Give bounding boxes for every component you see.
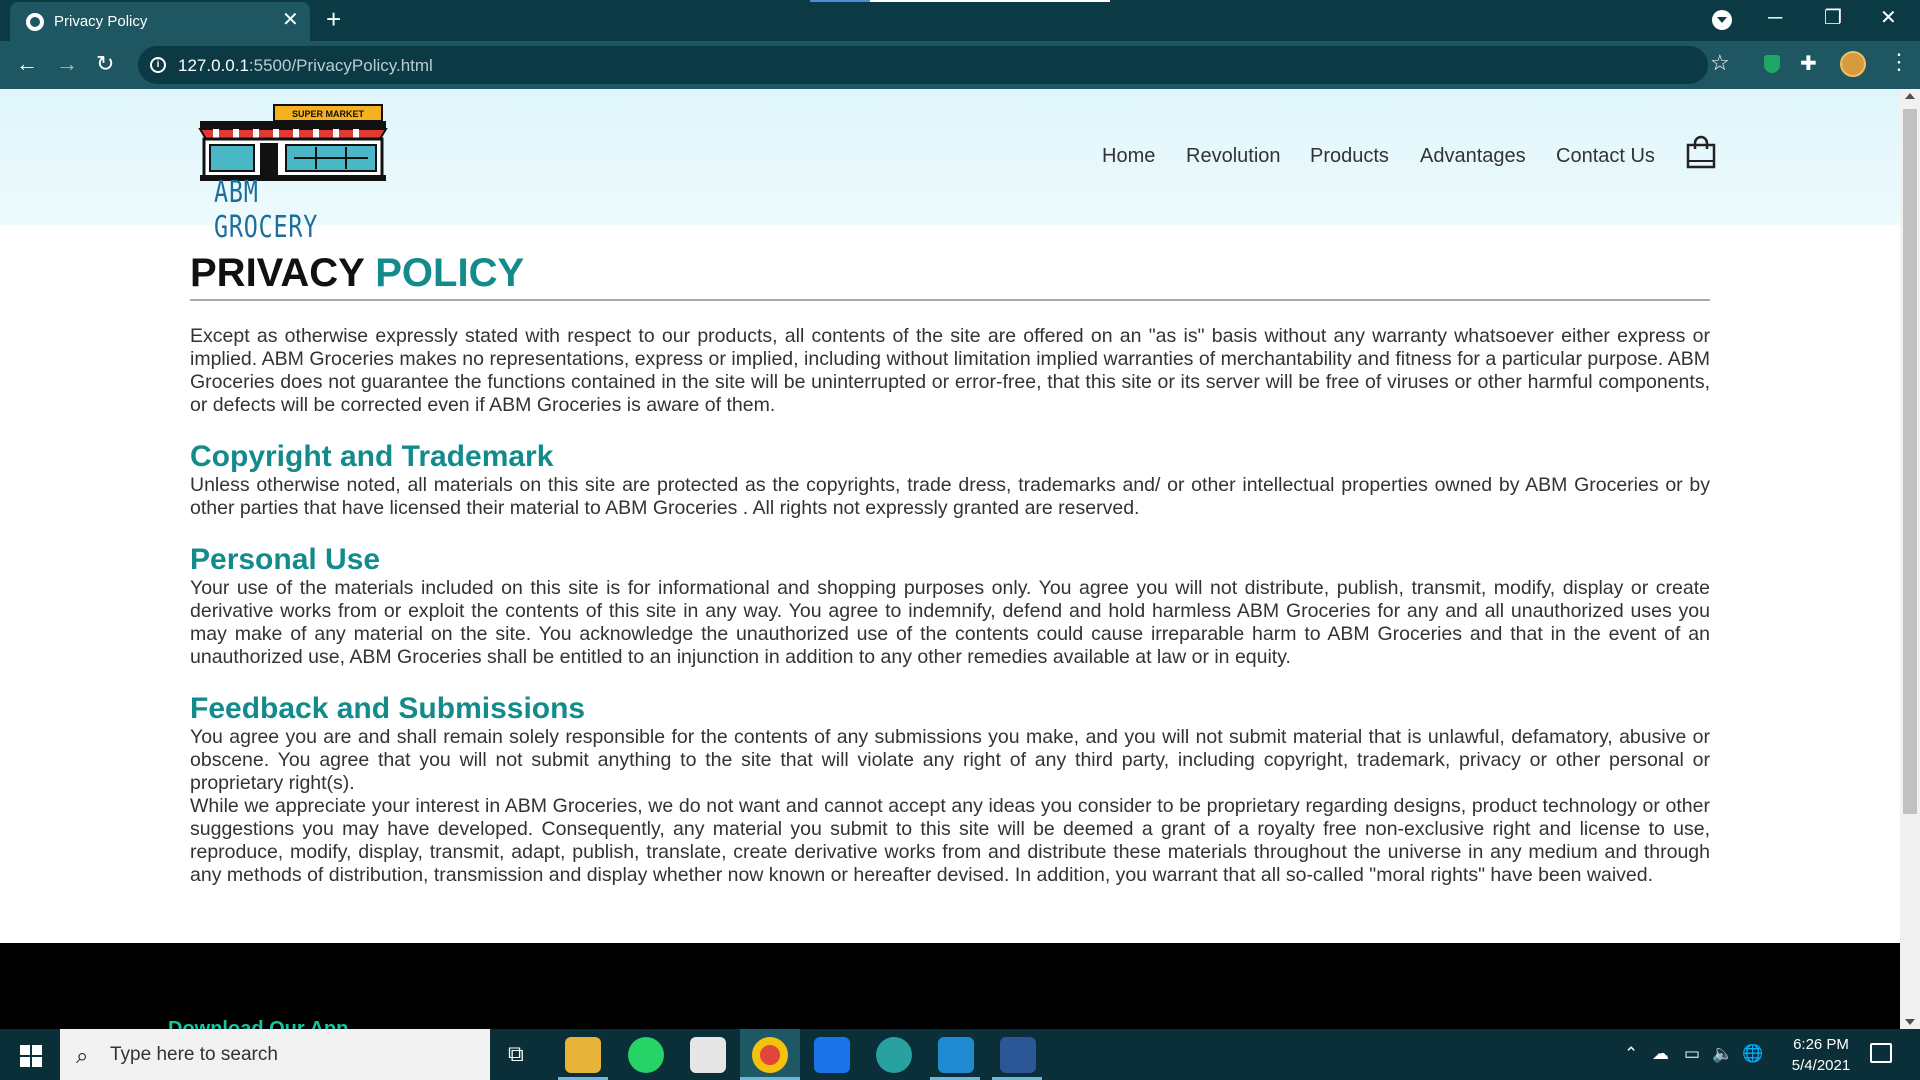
search-icon: ⌕ [76,1043,89,1068]
nav-link-revolution[interactable]: Revolution [1186,145,1281,168]
page-title: PRIVACY POLICY [190,249,1710,297]
globe-icon [26,13,44,31]
clock-time: 6:26 PM [1793,1036,1849,1053]
tab-search-icon[interactable] [1712,10,1732,30]
close-tab-icon[interactable]: ✕ [282,10,299,30]
extension-shield-icon[interactable] [1764,55,1780,73]
notification-center-icon[interactable] [1870,1043,1892,1063]
site-info-icon[interactable]: i [150,57,166,73]
close-window-button[interactable]: ✕ [1880,6,1897,30]
taskbar-clock[interactable]: 6:26 PM 5/4/2021 [1776,1034,1866,1076]
onedrive-cloud-icon[interactable]: ☁ [1652,1044,1669,1064]
title-privacy: PRIVACY [190,251,365,295]
nav-link-home[interactable]: Home [1102,145,1155,168]
nav-link-contact-us[interactable]: Contact Us [1556,145,1655,168]
scroll-up-arrow-icon[interactable] [1905,93,1915,99]
storefront-icon: SUPER MARKET [198,104,388,181]
task-view-icon[interactable]: ⧉ [508,1041,524,1067]
forward-button[interactable]: → [56,51,78,77]
tab-title: Privacy Policy [54,13,148,30]
minimize-button[interactable]: ─ [1768,6,1782,30]
feedback-paragraph-2: While we appreciate your interest in ABM… [190,795,1710,886]
taskbar-search-placeholder: Type here to search [110,1044,278,1065]
shopping-bag-icon[interactable] [1686,135,1716,169]
mail-icon[interactable] [814,1037,850,1073]
site-header: SUPER MARKET ABM GROCERY Home Revolution… [0,89,1900,245]
show-hidden-icons-chevron-icon[interactable]: ⌃ [1624,1044,1638,1064]
site-footer: Download Our App [0,943,1900,1029]
tab-privacy-policy[interactable]: Privacy Policy ✕ [10,2,310,41]
browser-menu-icon[interactable]: ⋮ [1888,51,1910,73]
personal-use-paragraph: Your use of the materials included on th… [190,577,1710,668]
download-app-heading: Download Our App [168,1018,349,1029]
clock-date: 5/4/2021 [1791,1057,1851,1074]
windows-taskbar: ⌕ Type here to search ⧉ ⌃ ☁ ▭ 🔈 🌐 6:26 P… [0,1029,1920,1080]
logo-sign-text: SUPER MARKET [292,109,365,119]
file-explorer-icon[interactable] [565,1037,601,1073]
abm-grocery-logo[interactable]: SUPER MARKET ABM GROCERY [196,103,391,245]
intro-paragraph: Except as otherwise expressly stated wit… [190,325,1710,416]
restore-button[interactable]: ❐ [1824,6,1842,30]
scroll-thumb[interactable] [1903,109,1917,814]
profile-avatar[interactable] [1840,51,1866,77]
extensions-puzzle-icon[interactable]: ✚ [1800,51,1817,76]
browser-tab-strip: Privacy Policy ✕ + ─ ❐ ✕ [0,0,1920,41]
heading-feedback-submissions: Feedback and Submissions [190,692,586,725]
copyright-paragraph: Unless otherwise noted, all materials on… [190,474,1710,519]
battery-icon[interactable]: ▭ [1684,1044,1700,1064]
microsoft-store-icon[interactable] [690,1037,726,1073]
word-icon[interactable] [1000,1037,1036,1073]
chrome-icon[interactable] [752,1037,788,1073]
browser-toolbar: ← → ↻ i 127.0.0.1:5500/PrivacyPolicy.htm… [0,41,1920,89]
nav-link-advantages[interactable]: Advantages [1420,145,1526,168]
heading-personal-use: Personal Use [190,543,381,576]
network-globe-icon[interactable]: 🌐 [1742,1044,1763,1064]
back-button[interactable]: ← [16,51,38,77]
whatsapp-icon[interactable] [628,1037,664,1073]
heading-copyright-trademark: Copyright and Trademark [190,440,554,473]
nav-link-products[interactable]: Products [1310,145,1389,168]
windows-start-icon[interactable] [20,1045,42,1067]
new-tab-button[interactable]: + [326,6,341,32]
logo-text: ABM GROCERY [214,175,319,245]
vscode-icon[interactable] [938,1037,974,1073]
edge-icon[interactable] [876,1037,912,1073]
bookmark-star-icon[interactable]: ☆ [1710,50,1730,76]
page-scrollbar[interactable] [1900,89,1920,1029]
privacy-policy-content: PRIVACY POLICY Except as otherwise expre… [190,249,1710,887]
volume-icon[interactable]: 🔈 [1712,1044,1733,1064]
loading-indicator [810,0,1110,2]
title-divider [190,299,1710,301]
taskbar-search-box[interactable]: ⌕ Type here to search [60,1029,490,1080]
title-policy: POLICY [375,251,525,295]
url-text[interactable]: 127.0.0.1:5500/PrivacyPolicy.html [178,56,433,76]
feedback-paragraph-1: You agree you are and shall remain solel… [190,726,1710,794]
reload-button[interactable]: ↻ [96,51,114,77]
scroll-down-arrow-icon[interactable] [1905,1019,1915,1025]
page-viewport: SUPER MARKET ABM GROCERY Home Revolution… [0,89,1900,1029]
address-bar[interactable]: i 127.0.0.1:5500/PrivacyPolicy.html [138,46,1708,84]
